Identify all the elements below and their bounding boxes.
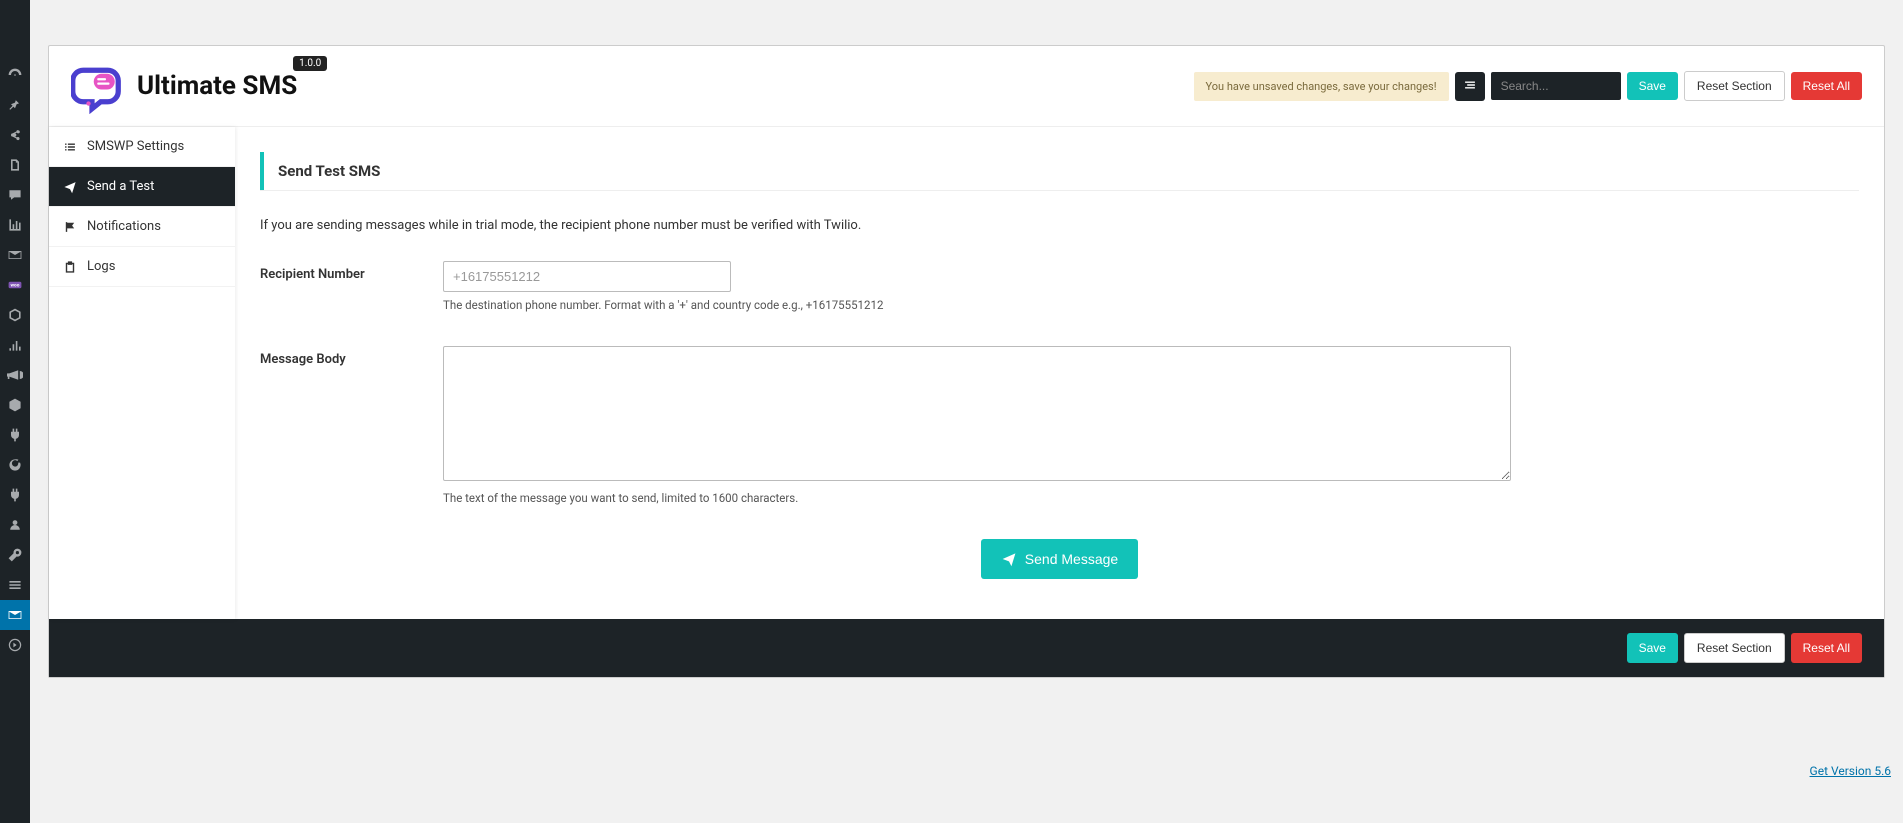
message-textarea[interactable] (443, 346, 1511, 481)
recipient-label: Recipient Number (260, 261, 443, 312)
wp-admin-sidebar: woo (0, 0, 30, 823)
nav-item-logs[interactable]: Logs (49, 247, 235, 287)
wp-menu-item-a[interactable] (0, 390, 30, 420)
message-field: Message Body The text of the message you… (260, 346, 1859, 505)
settings-panel: Ultimate SMS 1.0.0 You have unsaved chan… (48, 45, 1885, 678)
footer-reset-all-button[interactable]: Reset All (1791, 633, 1862, 663)
wp-menu-tools[interactable] (0, 540, 30, 570)
svg-text:woo: woo (11, 284, 20, 289)
nav-label: SMSWP Settings (87, 139, 184, 154)
footer-reset-section-button[interactable]: Reset Section (1684, 633, 1785, 663)
wp-menu-collapse[interactable] (0, 630, 30, 660)
save-button[interactable]: Save (1627, 72, 1678, 100)
nav-label: Send a Test (87, 179, 154, 194)
nav-label: Logs (87, 259, 115, 274)
wp-menu-users[interactable] (0, 510, 30, 540)
nav-item-send-test[interactable]: Send a Test (49, 167, 235, 207)
wp-menu-share[interactable] (0, 120, 30, 150)
wp-menu-sms[interactable] (0, 600, 30, 630)
reset-all-button[interactable]: Reset All (1791, 72, 1862, 100)
paper-plane-icon (1001, 551, 1017, 567)
nav-item-notifications[interactable]: Notifications (49, 207, 235, 247)
recipient-help: The destination phone number. Format wit… (443, 298, 1859, 312)
panel-header: Ultimate SMS 1.0.0 You have unsaved chan… (49, 46, 1884, 127)
flag-icon (63, 220, 77, 234)
reset-section-button[interactable]: Reset Section (1684, 71, 1785, 101)
send-message-button[interactable]: Send Message (981, 539, 1138, 579)
wp-menu-item-c[interactable] (0, 480, 30, 510)
nav-item-settings[interactable]: SMSWP Settings (49, 127, 235, 167)
wp-menu-plugins[interactable] (0, 420, 30, 450)
brand: Ultimate SMS 1.0.0 (71, 58, 297, 114)
footer-save-button[interactable]: Save (1627, 633, 1678, 663)
wp-menu-products[interactable] (0, 300, 30, 330)
nav-label: Notifications (87, 219, 161, 234)
wp-menu-analytics[interactable] (0, 210, 30, 240)
expand-toggle-button[interactable] (1455, 72, 1485, 101)
list-icon (63, 140, 77, 154)
send-button-label: Send Message (1025, 551, 1118, 567)
settings-nav: SMSWP Settings Send a Test Notifications… (49, 127, 235, 619)
brand-title: Ultimate SMS (137, 71, 297, 101)
wp-menu-dashboard[interactable] (0, 60, 30, 90)
content-area: Send Test SMS If you are sending message… (235, 127, 1884, 619)
wp-menu-pin[interactable] (0, 90, 30, 120)
recipient-field: Recipient Number The destination phone n… (260, 261, 1859, 312)
recipient-input[interactable] (443, 261, 731, 292)
wp-menu-pages[interactable] (0, 150, 30, 180)
section-title: Send Test SMS (260, 152, 1859, 190)
search-input[interactable] (1491, 72, 1621, 100)
unsaved-changes-message: You have unsaved changes, save your chan… (1194, 72, 1449, 101)
wp-menu-email[interactable] (0, 240, 30, 270)
wp-menu-settings[interactable] (0, 570, 30, 600)
version-badge: 1.0.0 (293, 56, 327, 71)
panel-footer: Save Reset Section Reset All (49, 619, 1884, 677)
trial-mode-hint: If you are sending messages while in tri… (260, 218, 1859, 233)
version-link[interactable]: Get Version 5.6 (1810, 764, 1891, 778)
wp-menu-comments[interactable] (0, 180, 30, 210)
message-label: Message Body (260, 346, 443, 505)
wp-menu-item-b[interactable] (0, 450, 30, 480)
message-help: The text of the message you want to send… (443, 491, 1859, 505)
header-actions: You have unsaved changes, save your chan… (1194, 71, 1862, 101)
clipboard-icon (63, 260, 77, 274)
paper-plane-icon (63, 180, 77, 194)
brand-logo-icon (71, 58, 127, 114)
wp-menu-stats[interactable] (0, 330, 30, 360)
wp-menu-woo[interactable]: woo (0, 270, 30, 300)
wp-menu-marketing[interactable] (0, 360, 30, 390)
